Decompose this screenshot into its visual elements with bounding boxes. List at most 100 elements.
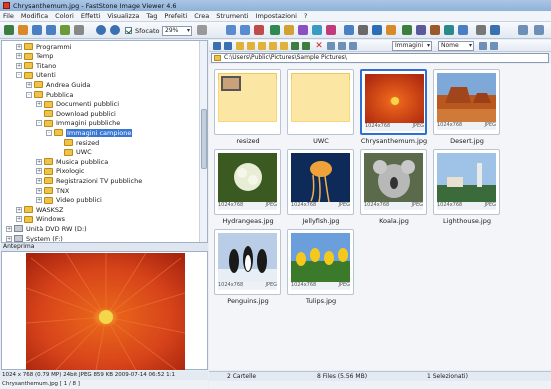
- thumbnail-caption[interactable]: Desert.jpg: [431, 137, 503, 145]
- menu-item-prefeiti[interactable]: Prefeiti: [164, 12, 187, 20]
- thumbnail-card[interactable]: [214, 69, 281, 135]
- tree-node[interactable]: + Musica pubblica: [36, 157, 108, 166]
- view-filter-combo[interactable]: Immagini: [392, 41, 432, 51]
- thumbnail-card[interactable]: 1024x768 JPEG: [214, 149, 281, 215]
- tree-node[interactable]: - Pubblica: [26, 90, 73, 99]
- list-view-icon[interactable]: [338, 42, 346, 50]
- expand-icon[interactable]: +: [36, 197, 42, 204]
- collapse-icon[interactable]: -: [36, 120, 42, 127]
- tree-node[interactable]: + Windows: [16, 215, 65, 224]
- expand-icon[interactable]: +: [36, 187, 42, 194]
- tree-scrollbar-thumb[interactable]: [201, 109, 207, 169]
- menu-item-colori[interactable]: Colori: [55, 12, 74, 20]
- thumbnail-caption[interactable]: Koala.jpg: [358, 217, 430, 225]
- paste-icon[interactable]: [302, 42, 310, 50]
- red-eye-icon[interactable]: [326, 25, 336, 35]
- expand-icon[interactable]: +: [16, 62, 22, 69]
- expand-icon[interactable]: +: [26, 81, 32, 88]
- copy-icon[interactable]: [291, 42, 299, 50]
- open-icon[interactable]: [4, 25, 14, 35]
- details-view-icon[interactable]: [349, 42, 357, 50]
- menu-item-modifica[interactable]: Modifica: [21, 12, 48, 20]
- tree-node[interactable]: + Pixologic: [36, 167, 85, 176]
- browse-icon[interactable]: [18, 25, 28, 35]
- thumbnail-card[interactable]: 1024x768 JPEG: [360, 69, 427, 135]
- thumbnail-caption[interactable]: UWC: [285, 137, 357, 145]
- settings-icon[interactable]: [476, 25, 486, 35]
- thumbnails-view-icon[interactable]: [327, 42, 335, 50]
- tree-node[interactable]: - Immagini pubbliche: [36, 119, 120, 128]
- layout-icon[interactable]: [518, 25, 528, 35]
- tree-node[interactable]: Download pubblici: [36, 109, 116, 118]
- tree-node[interactable]: - Utenti: [16, 71, 56, 80]
- scan-icon[interactable]: [458, 25, 468, 35]
- tree-node[interactable]: + Video pubblici: [36, 196, 102, 205]
- expand-icon[interactable]: +: [6, 225, 12, 232]
- batch-icon[interactable]: [416, 25, 426, 35]
- thumbnail-card[interactable]: 1024x768 JPEG: [433, 69, 500, 135]
- tree-node[interactable]: + WASKSZ: [16, 205, 64, 214]
- forward-icon[interactable]: [46, 25, 56, 35]
- sort-combo[interactable]: Nome: [438, 41, 474, 51]
- thumbnail-card[interactable]: 1024x768 JPEG: [214, 229, 281, 295]
- zoom-in-icon[interactable]: [96, 25, 106, 35]
- folder-up-icon[interactable]: [236, 42, 244, 50]
- tree-node[interactable]: + TNX: [36, 186, 69, 195]
- tree-node[interactable]: + Temp: [16, 52, 53, 61]
- menu-item--[interactable]: ?: [304, 12, 307, 20]
- sort-order-icon[interactable]: [479, 42, 487, 50]
- delete-icon[interactable]: ✕: [315, 42, 323, 51]
- tree-node[interactable]: + Andrea Guida: [26, 80, 90, 89]
- rotate-left-icon[interactable]: [226, 25, 236, 35]
- rotate-right-icon[interactable]: [240, 25, 250, 35]
- menu-item-file[interactable]: File: [3, 12, 14, 20]
- blur-checkbox[interactable]: [125, 27, 132, 34]
- address-bar[interactable]: C:\Users\Public\Pictures\Sample Pictures…: [211, 53, 549, 63]
- move-to-icon[interactable]: [280, 42, 288, 50]
- tree-node[interactable]: + System (F:): [6, 234, 63, 242]
- expand-icon[interactable]: +: [16, 53, 22, 60]
- tree-node[interactable]: - Immagini campione: [46, 128, 133, 137]
- thumbnail-caption[interactable]: resized: [212, 137, 284, 145]
- thumbnail-caption[interactable]: Chrysanthemum.jpg: [358, 137, 430, 145]
- copy-to-icon[interactable]: [269, 42, 277, 50]
- tree-scrollbar[interactable]: [199, 41, 207, 242]
- compare-icon[interactable]: [344, 25, 354, 35]
- refresh-icon[interactable]: [60, 25, 70, 35]
- expand-icon[interactable]: +: [16, 206, 22, 213]
- thumbnail-card[interactable]: 1024x768 JPEG: [287, 229, 354, 295]
- tree-node[interactable]: + Titano: [16, 61, 56, 70]
- help-icon[interactable]: [490, 25, 500, 35]
- exit-icon[interactable]: [534, 25, 544, 35]
- expand-icon[interactable]: +: [16, 43, 22, 50]
- expand-icon[interactable]: +: [36, 168, 42, 175]
- print-icon[interactable]: [372, 25, 382, 35]
- contact-sheet-icon[interactable]: [430, 25, 440, 35]
- thumbnail-caption[interactable]: Hydrangeas.jpg: [212, 217, 284, 225]
- expand-icon[interactable]: +: [16, 216, 22, 223]
- thumbnail-caption[interactable]: Jellyfish.jpg: [285, 217, 357, 225]
- thumbnail-card[interactable]: 1024x768 JPEG: [433, 149, 500, 215]
- menu-item-tag[interactable]: Tag: [146, 12, 157, 20]
- menu-item-visualizza[interactable]: Visualizza: [107, 12, 139, 20]
- slideshow-icon[interactable]: [386, 25, 396, 35]
- collapse-icon[interactable]: -: [46, 129, 52, 136]
- expand-icon[interactable]: +: [36, 158, 42, 165]
- effects-icon[interactable]: [312, 25, 322, 35]
- expand-icon[interactable]: +: [36, 177, 42, 184]
- capture-icon[interactable]: [444, 25, 454, 35]
- fullscreen-icon[interactable]: [74, 25, 84, 35]
- expand-icon[interactable]: +: [6, 235, 12, 242]
- tree-node[interactable]: UWC: [56, 148, 92, 157]
- color-icon[interactable]: [298, 25, 308, 35]
- nav-back-icon[interactable]: [213, 42, 221, 50]
- zoom-out-icon[interactable]: [110, 25, 120, 35]
- thumbnail-card[interactable]: [287, 69, 354, 135]
- thumbnail-caption[interactable]: Lighthouse.jpg: [431, 217, 503, 225]
- tree-node[interactable]: + Unità DVD RW (D:): [6, 224, 87, 233]
- menu-item-crea[interactable]: Crea: [194, 12, 209, 20]
- tree-node[interactable]: + Programmi: [16, 42, 72, 51]
- thumbnail-caption[interactable]: Penguins.jpg: [212, 297, 284, 305]
- menu-item-strumenti[interactable]: Strumenti: [216, 12, 248, 20]
- email-icon[interactable]: [358, 25, 368, 35]
